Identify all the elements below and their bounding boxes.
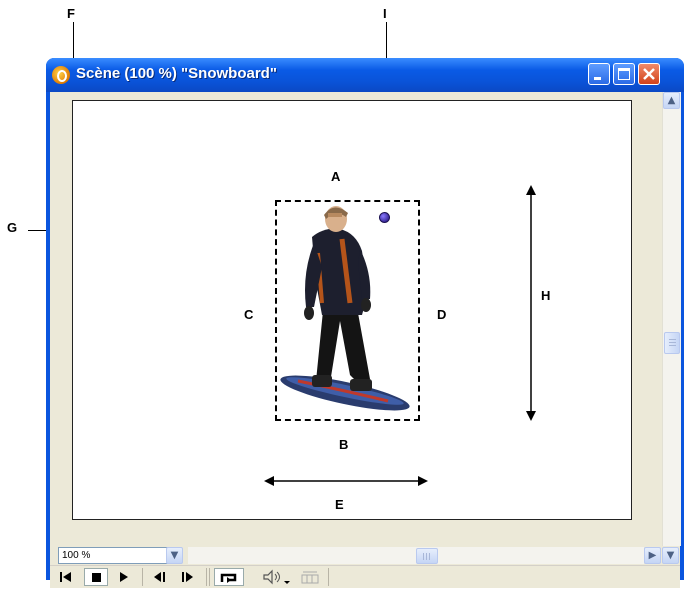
step-back-icon [154,572,165,582]
separator [328,568,329,586]
grip-line-3 [669,345,676,346]
playback-controls [50,565,680,588]
selected-frames-button[interactable] [298,568,322,586]
stop-icon [91,573,101,582]
window-title: Scène (100 %) "Snowboard" [76,65,277,82]
vertical-scrollbar[interactable]: ▲ [662,92,681,546]
rewind-button[interactable] [56,568,76,586]
zoom-scroll-bar: 100 % ▼ ◀ ▶ ▼ [50,546,680,565]
grip-line-h2 [426,553,427,560]
scroll-up-button[interactable]: ▲ [663,92,680,109]
snowboarder-sprite[interactable] [278,203,418,415]
volume-button[interactable] [260,568,294,586]
vertical-scroll-thumb[interactable] [664,332,680,354]
separator [209,568,210,586]
stage-window: Scène (100 %) "Snowboard" A B C D E H ▲ … [46,58,684,588]
grip-line-2 [669,342,676,343]
selected-frames-icon [301,571,319,584]
horizontal-scroll-thumb[interactable] [416,548,438,564]
callout-c: C [244,307,254,322]
horizontal-scrollbar[interactable] [188,547,644,564]
loop-button[interactable] [214,568,244,586]
step-forward-button[interactable] [178,568,198,586]
zoom-field[interactable]: 100 % [58,547,168,564]
maximize-button[interactable] [613,63,635,85]
play-icon [120,572,128,582]
callout-f: F [67,6,75,21]
close-button[interactable] [638,63,660,85]
step-forward-icon [182,572,193,582]
stop-button[interactable] [84,568,108,586]
zoom-dropdown-button[interactable]: ▼ [166,547,183,564]
width-arrow [264,476,428,486]
minimize-button[interactable] [588,63,610,85]
stage-area: A B C D E H [50,92,662,546]
callout-h: H [541,288,551,303]
callout-g: G [7,220,18,235]
director-icon [52,66,70,84]
step-back-button[interactable] [150,568,170,586]
separator [142,568,143,586]
rewind-icon [60,572,71,582]
volume-icon [263,569,290,585]
grip-lines [669,339,676,340]
stage[interactable]: A B C D E H [72,100,632,520]
play-button[interactable] [114,568,134,586]
height-arrow [526,185,536,421]
separator [206,568,207,586]
registration-point[interactable] [379,212,390,223]
maximize-icon [618,68,630,80]
close-icon [643,68,655,80]
callout-d: D [437,307,447,322]
callout-b: B [339,437,349,452]
grip-line-h1 [423,553,424,560]
window-client: A B C D E H ▲ 100 % ▼ ▶ ▼ [50,92,681,588]
chevron-down-icon: ▼ [666,550,675,561]
title-bar[interactable]: Scène (100 %) "Snowboard" [46,58,684,92]
chevron-down-icon: ▼ [170,550,179,561]
scroll-right-button[interactable]: ▶ [644,547,661,564]
callout-e: E [335,497,344,512]
loop-icon [220,573,237,583]
chevron-up-icon: ▲ [667,95,676,106]
chevron-right-icon: ▶ [648,550,657,561]
grip-line-h3 [429,553,430,560]
scroll-down-button[interactable]: ▼ [662,547,679,564]
callout-i: I [383,6,387,21]
minimize-icon [594,77,601,80]
callout-a: A [331,169,341,184]
